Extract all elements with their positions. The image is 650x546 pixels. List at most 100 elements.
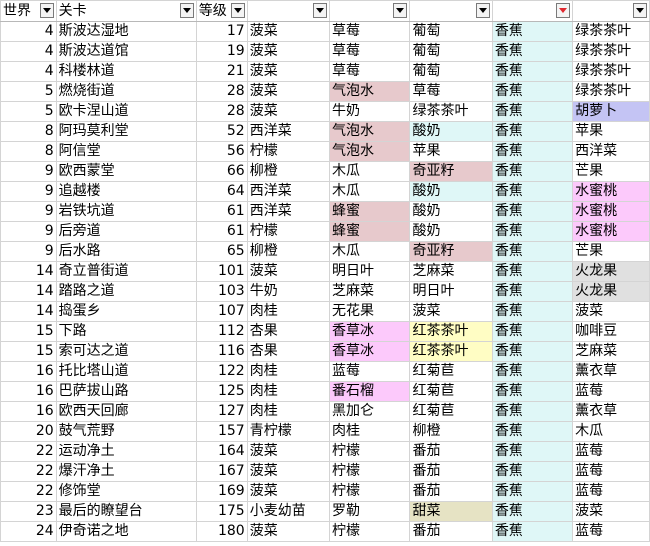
- cell-level[interactable]: 后水路: [55, 241, 197, 262]
- cell-world[interactable]: 5: [0, 101, 57, 122]
- active-filter-dropdown-icon[interactable]: [556, 3, 571, 18]
- filter-dropdown-icon[interactable]: [39, 3, 54, 18]
- cell-level[interactable]: 捣蛋乡: [55, 301, 197, 322]
- cell-world[interactable]: 22: [0, 481, 57, 502]
- cell-world[interactable]: 15: [0, 341, 57, 362]
- cell-level[interactable]: 奇立普街道: [55, 261, 197, 282]
- cell-ingredient-4[interactable]: 香蕉: [491, 241, 574, 262]
- cell-ingredient-4[interactable]: 香蕉: [491, 161, 574, 182]
- cell-ingredient-2[interactable]: 柠檬: [329, 461, 411, 482]
- cell-ingredient-1[interactable]: 菠菜: [246, 21, 331, 42]
- cell-ingredient-3[interactable]: 红茶茶叶: [409, 321, 493, 342]
- cell-ingredient-3[interactable]: 酸奶: [409, 221, 493, 242]
- cell-ingredient-1[interactable]: 肉桂: [246, 381, 331, 402]
- cell-level[interactable]: 科楼林道: [55, 61, 197, 82]
- cell-world[interactable]: 9: [0, 201, 57, 222]
- cell-ingredient-2[interactable]: 牛奶: [329, 101, 411, 122]
- filter-dropdown-icon[interactable]: [230, 3, 245, 18]
- cell-grade[interactable]: 122: [195, 361, 248, 382]
- cell-grade[interactable]: 157: [195, 421, 248, 442]
- cell-ingredient-5[interactable]: 水蜜桃: [572, 221, 650, 242]
- cell-ingredient-5[interactable]: 木瓜: [572, 421, 650, 442]
- cell-ingredient-5[interactable]: 芝麻菜: [572, 341, 650, 362]
- cell-level[interactable]: 欧卡涅山道: [55, 101, 197, 122]
- cell-ingredient-5[interactable]: 薰衣草: [572, 401, 650, 422]
- cell-ingredient-5[interactable]: 蓝莓: [572, 441, 650, 462]
- cell-ingredient-2[interactable]: 气泡水: [329, 121, 411, 142]
- cell-ingredient-3[interactable]: 酸奶: [409, 181, 493, 202]
- cell-grade[interactable]: 169: [195, 481, 248, 502]
- cell-world[interactable]: 24: [0, 521, 57, 542]
- cell-ingredient-4[interactable]: 香蕉: [491, 201, 574, 222]
- cell-ingredient-2[interactable]: 草莓: [329, 21, 411, 42]
- cell-level[interactable]: 爆汗净土: [55, 461, 197, 482]
- cell-ingredient-2[interactable]: 芝麻菜: [329, 281, 411, 302]
- cell-ingredient-1[interactable]: 杏果: [246, 321, 331, 342]
- cell-ingredient-1[interactable]: 肉桂: [246, 301, 331, 322]
- cell-grade[interactable]: 21: [195, 61, 248, 82]
- cell-ingredient-5[interactable]: 蓝莓: [572, 481, 650, 502]
- cell-grade[interactable]: 28: [195, 101, 248, 122]
- cell-ingredient-2[interactable]: 木瓜: [329, 241, 411, 262]
- cell-ingredient-5[interactable]: 绿茶茶叶: [572, 41, 650, 62]
- cell-world[interactable]: 16: [0, 361, 57, 382]
- cell-ingredient-3[interactable]: 红菊苣: [409, 381, 493, 402]
- cell-ingredient-3[interactable]: 绿茶茶叶: [409, 101, 493, 122]
- cell-level[interactable]: 鼓气荒野: [55, 421, 197, 442]
- cell-grade[interactable]: 116: [195, 341, 248, 362]
- cell-grade[interactable]: 125: [195, 381, 248, 402]
- cell-world[interactable]: 14: [0, 301, 57, 322]
- cell-ingredient-3[interactable]: 奇亚籽: [409, 241, 493, 262]
- cell-ingredient-3[interactable]: 葡萄: [409, 61, 493, 82]
- cell-world[interactable]: 15: [0, 321, 57, 342]
- cell-ingredient-4[interactable]: 香蕉: [491, 361, 574, 382]
- cell-ingredient-2[interactable]: 无花果: [329, 301, 411, 322]
- cell-ingredient-3[interactable]: 菠菜: [409, 301, 493, 322]
- cell-ingredient-5[interactable]: 芒果: [572, 161, 650, 182]
- cell-ingredient-2[interactable]: 番石榴: [329, 381, 411, 402]
- cell-ingredient-2[interactable]: 罗勒: [329, 501, 411, 522]
- cell-ingredient-1[interactable]: 柠檬: [246, 141, 331, 162]
- cell-ingredient-1[interactable]: 西洋菜: [246, 181, 331, 202]
- cell-world[interactable]: 22: [0, 441, 57, 462]
- cell-ingredient-4[interactable]: 香蕉: [491, 121, 574, 142]
- cell-level[interactable]: 伊奇诺之地: [55, 521, 197, 542]
- cell-ingredient-2[interactable]: 草莓: [329, 61, 411, 82]
- cell-ingredient-4[interactable]: 香蕉: [491, 101, 574, 122]
- cell-world[interactable]: 5: [0, 81, 57, 102]
- cell-ingredient-1[interactable]: 杏果: [246, 341, 331, 362]
- cell-level[interactable]: 斯波达道馆: [55, 41, 197, 62]
- cell-level[interactable]: 燃烧街道: [55, 81, 197, 102]
- cell-ingredient-2[interactable]: 木瓜: [329, 161, 411, 182]
- cell-level[interactable]: 索可达之道: [55, 341, 197, 362]
- cell-ingredient-3[interactable]: 柳橙: [409, 421, 493, 442]
- cell-ingredient-1[interactable]: 西洋菜: [246, 121, 331, 142]
- cell-ingredient-4[interactable]: 香蕉: [491, 281, 574, 302]
- cell-ingredient-3[interactable]: 芝麻菜: [409, 261, 493, 282]
- cell-grade[interactable]: 52: [195, 121, 248, 142]
- cell-ingredient-2[interactable]: 柠檬: [329, 441, 411, 462]
- cell-grade[interactable]: 64: [195, 181, 248, 202]
- cell-ingredient-5[interactable]: 西洋菜: [572, 141, 650, 162]
- cell-ingredient-1[interactable]: 肉桂: [246, 361, 331, 382]
- cell-ingredient-1[interactable]: 柠檬: [246, 221, 331, 242]
- cell-world[interactable]: 9: [0, 221, 57, 242]
- cell-ingredient-5[interactable]: 绿茶茶叶: [572, 21, 650, 42]
- cell-ingredient-3[interactable]: 葡萄: [409, 41, 493, 62]
- cell-ingredient-2[interactable]: 气泡水: [329, 141, 411, 162]
- cell-ingredient-5[interactable]: 水蜜桃: [572, 201, 650, 222]
- cell-ingredient-2[interactable]: 木瓜: [329, 181, 411, 202]
- cell-ingredient-2[interactable]: 草莓: [329, 41, 411, 62]
- cell-world[interactable]: 8: [0, 141, 57, 162]
- cell-ingredient-4[interactable]: 香蕉: [491, 481, 574, 502]
- cell-ingredient-1[interactable]: 柳橙: [246, 161, 331, 182]
- cell-level[interactable]: 斯波达湿地: [55, 21, 197, 42]
- cell-ingredient-4[interactable]: 香蕉: [491, 341, 574, 362]
- cell-world[interactable]: 8: [0, 121, 57, 142]
- cell-grade[interactable]: 61: [195, 221, 248, 242]
- filter-dropdown-icon[interactable]: [313, 3, 328, 18]
- cell-world[interactable]: 14: [0, 281, 57, 302]
- cell-grade[interactable]: 107: [195, 301, 248, 322]
- cell-ingredient-4[interactable]: 香蕉: [491, 301, 574, 322]
- cell-ingredient-4[interactable]: 香蕉: [491, 421, 574, 442]
